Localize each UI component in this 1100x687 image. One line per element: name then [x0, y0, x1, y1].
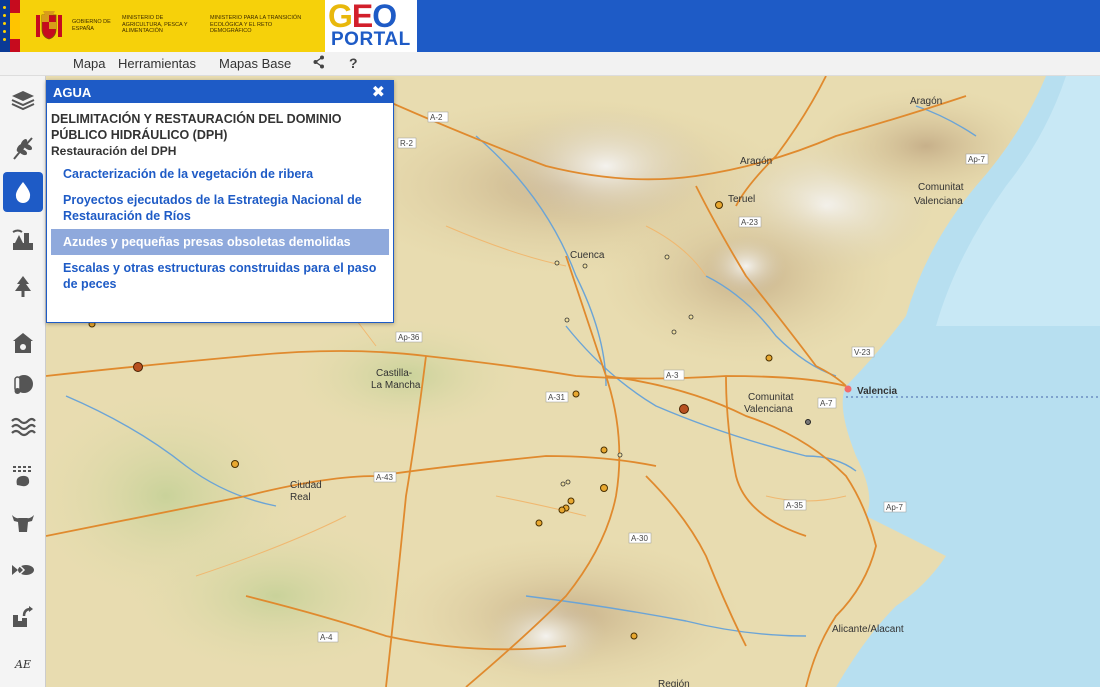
layer-link-demolished-weirs[interactable]: Azudes y pequeñas presas obsoletas demol…: [51, 229, 389, 255]
label-comunitat-valenciana-north: Comunitat: [918, 182, 964, 193]
road-tag-a3: A-3: [666, 371, 679, 380]
panel-subsection-title: Restauración del DPH: [51, 144, 177, 158]
label-valenciana: Valenciana: [744, 404, 793, 415]
menu-bar: Mapa Herramientas Mapas Base ?: [0, 52, 1100, 76]
label-region: Región: [658, 679, 690, 687]
ae-tool[interactable]: AE: [3, 644, 43, 684]
forest-icon[interactable]: [3, 267, 43, 307]
theme-toolbar: AE: [0, 76, 46, 687]
label-valenciana-north: Valenciana: [914, 196, 963, 207]
agriculture-icon[interactable]: [3, 128, 43, 168]
road-tag-ap36: Ap-36: [398, 333, 420, 342]
road-tag-a31: A-31: [548, 393, 565, 402]
water-layers-panel: AGUA ✖ DELIMITACIÓN Y RESTAURACIÓN DEL D…: [46, 80, 394, 323]
climate-icon[interactable]: [3, 364, 43, 404]
label-castilla: Castilla-: [376, 368, 412, 379]
label-ciudad: Ciudad: [290, 480, 322, 491]
logo-portal-text: PORTAL: [331, 29, 411, 50]
desertification-icon[interactable]: [3, 456, 43, 496]
road-tag-r2: R-2: [400, 139, 413, 148]
panel-header: AGUA ✖: [47, 81, 393, 103]
app-header: GOBIERNO DE ESPAÑA MINISTERIO DE AGRICUL…: [0, 0, 1100, 52]
government-band: GOBIERNO DE ESPAÑA MINISTERIO DE AGRICUL…: [0, 0, 325, 52]
food-industry-icon[interactable]: [3, 597, 43, 637]
protected-areas-icon[interactable]: [3, 322, 43, 362]
label-aragon-north: Aragón: [910, 96, 942, 107]
eu-flag-icon: [0, 0, 10, 52]
road-tag-v23: V-23: [854, 348, 871, 357]
label-cuenca: Cuenca: [570, 250, 605, 261]
ministry-ecology-label: MINISTERIO PARA LA TRANSICIÓN ECOLÓGICA …: [210, 15, 302, 34]
water-icon[interactable]: [3, 172, 43, 212]
road-tag-ap7: Ap-7: [968, 155, 985, 164]
share-icon[interactable]: [313, 55, 325, 72]
layers-icon[interactable]: [3, 79, 43, 119]
livestock-icon[interactable]: [3, 502, 43, 542]
menu-item-herramientas[interactable]: Herramientas: [118, 56, 196, 71]
coat-of-arms-icon: [36, 11, 62, 40]
menu-item-mapas-base[interactable]: Mapas Base: [219, 56, 291, 71]
geoportal-logo[interactable]: GEO PORTAL: [325, 0, 417, 52]
label-alicante: Alicante/Alacant: [832, 624, 904, 635]
layer-link-river-restoration[interactable]: Proyectos ejecutados de la Estrategia Na…: [47, 187, 393, 229]
label-teruel: Teruel: [728, 194, 755, 205]
close-icon[interactable]: ✖: [372, 82, 385, 102]
layer-link-riparian-vegetation[interactable]: Caracterización de la vegetación de ribe…: [47, 161, 393, 187]
label-aragon: Aragón: [740, 156, 772, 167]
road-tag-a23: A-23: [741, 218, 758, 227]
road-tag-a30: A-30: [631, 534, 648, 543]
panel-header-title: AGUA: [53, 85, 92, 100]
ae-label: AE: [15, 657, 31, 671]
layer-link-fish-passes[interactable]: Escalas y otras estructuras construidas …: [47, 255, 393, 297]
label-real: Real: [290, 492, 311, 503]
menu-item-mapa[interactable]: Mapa: [73, 56, 106, 71]
gov-spain-label: GOBIERNO DE ESPAÑA: [72, 19, 111, 32]
road-tag-a2: A-2: [430, 113, 443, 122]
ministry-agriculture-label: MINISTERIO DE AGRICULTURA, PESCA Y ALIME…: [122, 15, 188, 34]
road-tag-a4: A-4: [320, 633, 333, 642]
label-comunitat-valenciana: Comunitat: [748, 392, 794, 403]
label-la-mancha: La Mancha: [371, 380, 421, 391]
panel-section-title: DELIMITACIÓN Y RESTAURACIÓN DEL DOMINIO …: [51, 112, 342, 142]
road-tag-a7: A-7: [820, 399, 833, 408]
coast-icon[interactable]: [3, 406, 43, 446]
road-tag-ap7-south: Ap-7: [886, 503, 903, 512]
road-tag-a43: A-43: [376, 473, 393, 482]
label-valencia: Valencia: [857, 386, 897, 397]
fisheries-icon[interactable]: [3, 550, 43, 590]
valencia-city-marker: [844, 385, 852, 393]
help-button[interactable]: ?: [349, 55, 358, 71]
spain-flag-icon: [10, 0, 20, 52]
road-tag-a35: A-35: [786, 501, 803, 510]
rural-icon[interactable]: [3, 220, 43, 260]
